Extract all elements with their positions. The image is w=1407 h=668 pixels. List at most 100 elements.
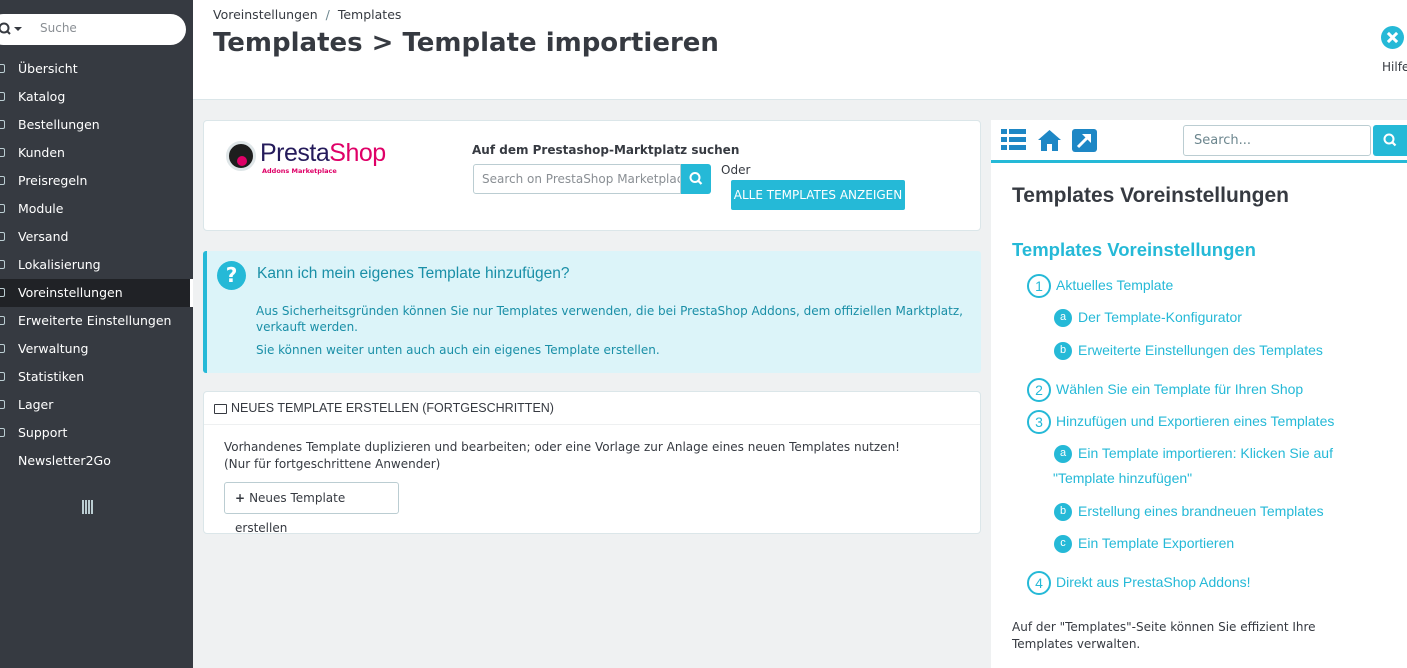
- help-button[interactable]: Hilfe: [1371, 26, 1407, 74]
- toc-item-label: Ein Template importieren: Klicken Sie au…: [1078, 445, 1333, 461]
- show-all-templates-button[interactable]: ALLE TEMPLATES ANZEIGEN: [731, 180, 905, 210]
- search-icon: [689, 172, 703, 185]
- dashboard-icon: [0, 64, 5, 73]
- breadcrumb-separator: /: [325, 7, 330, 22]
- sidebar-item-verwaltung[interactable]: Verwaltung: [0, 335, 193, 363]
- gear-icon: [0, 344, 5, 353]
- help-search-input[interactable]: Search...: [1183, 125, 1371, 156]
- sidebar-search-input[interactable]: Suche: [0, 14, 186, 45]
- breadcrumb-item-voreinstellungen[interactable]: Voreinstellungen: [213, 7, 318, 22]
- toc-item-aktuelles-template[interactable]: 1 Aktuelles Template: [1027, 273, 1173, 299]
- create-new-template-button[interactable]: + Neues Template erstellen: [224, 482, 399, 535]
- help-panel: Search... Templates Voreinstellungen Tem…: [991, 120, 1407, 668]
- search-icon[interactable]: [0, 21, 26, 37]
- breadcrumb: Voreinstellungen / Templates: [213, 7, 401, 22]
- price-tag-icon: [0, 176, 5, 185]
- sidebar-item-label: Erweiterte Einstellungen: [18, 313, 172, 328]
- home-icon[interactable]: [1037, 129, 1062, 152]
- sidebar-item-label: Voreinstellungen: [18, 285, 123, 300]
- help-search-button[interactable]: [1373, 125, 1407, 156]
- info-alert: ? Kann ich mein eigenes Template hinzufü…: [203, 251, 981, 373]
- sidebar-item-kunden[interactable]: Kunden: [0, 139, 193, 167]
- bar-chart-icon: [0, 372, 5, 381]
- toc-letter-badge: a: [1054, 309, 1072, 328]
- toc-number-badge: 3: [1027, 410, 1051, 435]
- help-footer-text: Auf der "Templates"-Seite können Sie eff…: [1012, 620, 1316, 651]
- sidebar-item-voreinstellungen[interactable]: Voreinstellungen: [0, 279, 193, 307]
- plus-icon: +: [235, 491, 246, 505]
- tag-icon: [0, 92, 5, 101]
- sidebar-item-bestellungen[interactable]: Bestellungen: [0, 111, 193, 139]
- list-icon[interactable]: [1001, 129, 1026, 152]
- toc-letter-badge: c: [1054, 535, 1072, 554]
- cogs-icon: [0, 316, 5, 325]
- toc-item-erweiterte-einstellungen[interactable]: b Erweiterte Einstellungen des Templates: [1054, 338, 1323, 363]
- help-toolbar: Search...: [991, 120, 1407, 163]
- toc-item-template-importieren[interactable]: a Ein Template importieren: Klicken Sie a…: [1054, 441, 1333, 466]
- user-icon: [0, 148, 5, 157]
- sidebar-item-label: Preisregeln: [18, 173, 88, 188]
- marketplace-search-button[interactable]: [681, 164, 711, 194]
- help-subheading[interactable]: Templates Voreinstellungen: [1012, 239, 1256, 261]
- sidebar-item-support[interactable]: Support: [0, 419, 193, 447]
- toc-item-template-waehlen[interactable]: 2 Wählen Sie ein Template für Ihren Shop: [1027, 377, 1304, 403]
- sidebar-item-newsletter2go[interactable]: Newsletter2Go: [0, 447, 193, 475]
- sidebar-item-label: Versand: [18, 229, 69, 244]
- collapse-menu-icon[interactable]: [82, 500, 94, 514]
- toc-letter-badge: a: [1054, 445, 1072, 464]
- marketplace-search-input[interactable]: Search on PrestaShop Marketplace: [473, 164, 681, 194]
- sidebar-item-label: Kunden: [18, 145, 65, 160]
- sidebar-item-katalog[interactable]: Katalog: [0, 83, 193, 111]
- breadcrumb-item-templates[interactable]: Templates: [338, 7, 402, 22]
- help-label[interactable]: Hilfe: [1382, 60, 1407, 74]
- globe-icon: [0, 260, 5, 269]
- sidebar-item-label: Bestellungen: [18, 117, 100, 132]
- toc-item-hinzufuegen-exportieren[interactable]: 3 Hinzufügen und Exportieren eines Templa…: [1027, 409, 1335, 435]
- sidebar-item-lager[interactable]: Lager: [0, 391, 193, 419]
- sidebar-item-lokalisierung[interactable]: Lokalisierung: [0, 251, 193, 279]
- close-icon[interactable]: [1381, 26, 1404, 49]
- toc-item-template-importieren-cont[interactable]: "Template hinzufügen": [1053, 466, 1192, 491]
- sidebar-item-preisregeln[interactable]: Preisregeln: [0, 167, 193, 195]
- cart-icon: [0, 120, 5, 129]
- question-icon: ?: [217, 261, 246, 290]
- toc-item-label: Wählen Sie ein Template für Ihren Shop: [1056, 381, 1304, 397]
- toc-item-template-konfigurator[interactable]: a Der Template-Konfigurator: [1054, 305, 1242, 330]
- toc-item-template-exportieren[interactable]: c Ein Template Exportieren: [1054, 531, 1234, 556]
- sidebar-search-placeholder: Suche: [40, 21, 77, 35]
- sidebar: Suche Übersicht Katalog Bestellungen Kun…: [0, 0, 193, 668]
- sidebar-item-label: Support: [18, 425, 68, 440]
- sidebar-item-label: Übersicht: [18, 61, 78, 76]
- sidebar-item-module[interactable]: Module: [0, 195, 193, 223]
- sidebar-item-erweiterte-einstellungen[interactable]: Erweiterte Einstellungen: [0, 307, 193, 335]
- toc-item-prestashop-addons[interactable]: 4 Direkt aus PrestaShop Addons!: [1027, 570, 1251, 596]
- sidebar-item-statistiken[interactable]: Statistiken: [0, 363, 193, 391]
- alert-title: Kann ich mein eigenes Template hinzufüge…: [257, 265, 570, 282]
- sidebar-item-label: Statistiken: [18, 369, 85, 384]
- toc-letter-badge: b: [1054, 503, 1072, 522]
- toc-item-brandneues-template[interactable]: b Erstellung eines brandneuen Templates: [1054, 499, 1324, 524]
- toc-item-label: "Template hinzufügen": [1053, 470, 1193, 486]
- toc-item-label: Hinzufügen und Exportieren eines Templat…: [1056, 413, 1335, 429]
- toc-item-label: Erweiterte Einstellungen des Templates: [1078, 342, 1323, 358]
- sidebar-item-label: Katalog: [18, 89, 66, 104]
- support-icon: [0, 428, 5, 437]
- logo-text: PrestaShop: [260, 139, 386, 168]
- sidebar-item-label: Lager: [18, 397, 54, 412]
- toc-item-label: Ein Template Exportieren: [1078, 535, 1235, 551]
- logo-subtitle: Addons Marketplace: [262, 167, 337, 175]
- toc-item-label: Direkt aus PrestaShop Addons!: [1056, 574, 1251, 590]
- page-title: Templates > Template importieren: [213, 28, 719, 58]
- sidebar-item-label: Module: [18, 201, 64, 216]
- sidebar-item-uebersicht[interactable]: Übersicht: [0, 55, 193, 83]
- wrench-icon: [0, 288, 5, 297]
- chevron-down-icon: [14, 27, 22, 31]
- sidebar-item-versand[interactable]: Versand: [0, 223, 193, 251]
- external-link-icon[interactable]: [1072, 129, 1097, 152]
- toc-letter-badge: b: [1054, 342, 1072, 361]
- box-icon: [0, 400, 5, 409]
- panel-description: Vorhandenes Template duplizieren und bea…: [224, 440, 900, 471]
- logo-text-b: Shop: [329, 139, 386, 167]
- addons-marketplace-panel: PrestaShop Addons Marketplace Auf dem Pr…: [203, 120, 981, 231]
- sidebar-menu: Übersicht Katalog Bestellungen Kunden Pr…: [0, 55, 193, 475]
